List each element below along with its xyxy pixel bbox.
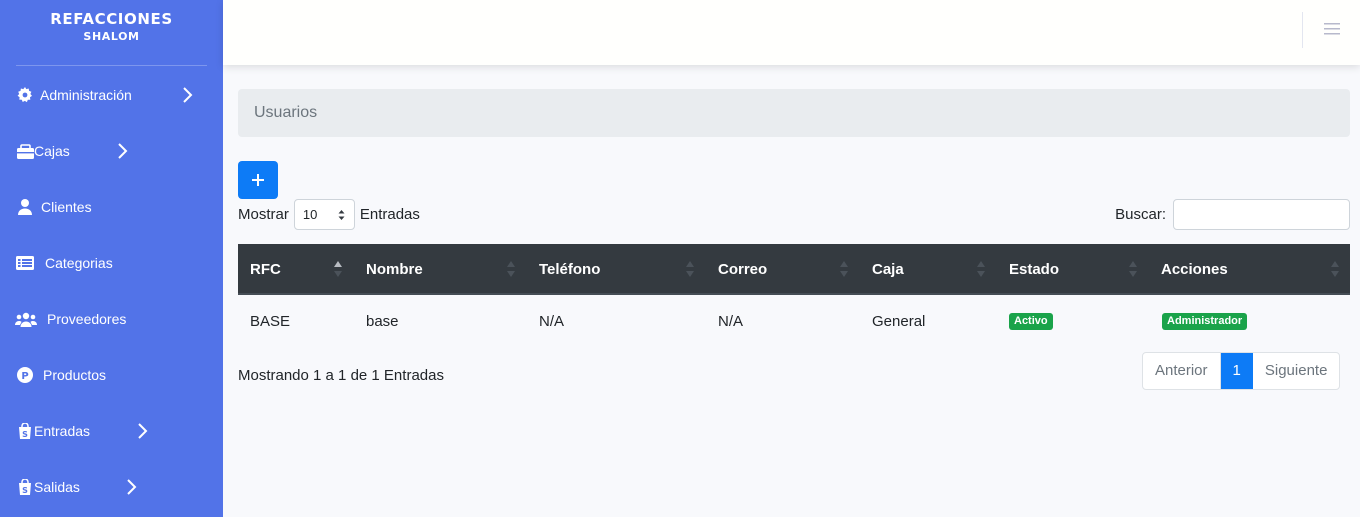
shopping-bag-icon: S [15,478,35,496]
column-header-nombre[interactable]: Nombre [366,244,423,295]
user-icon [15,198,35,216]
cell-rfc: BASE [250,313,291,330]
table-header: RFC Nombre Teléfono Correo Caja Estado A… [238,244,1350,295]
shopping-bag-icon: S [15,422,35,440]
table-row: BASE base N/A N/A General Activo Adminis… [238,295,1350,349]
sort-icon [1331,261,1339,277]
length-prefix: Mostrar [238,206,289,223]
entries-select[interactable]: 10 [293,199,355,230]
cell-nombre: base [366,313,399,330]
sidebar-item-label: Productos [43,367,107,383]
sidebar-item-label: Administración [40,87,132,103]
hamburger-menu-icon[interactable] [1324,22,1340,36]
entries-length: Mostrar 10 Entradas [238,199,420,230]
sort-icon [977,261,985,277]
search-input[interactable] [1173,199,1350,230]
users-table: RFC Nombre Teléfono Correo Caja Estado A… [238,244,1350,349]
chevron-right-icon [118,143,128,159]
role-badge[interactable]: Administrador [1162,313,1248,330]
brand[interactable]: REFACCIONES SHALOM [16,0,207,66]
entries-select-value: 10 [302,207,318,222]
svg-text:S: S [22,486,28,495]
sidebar-item-categorias[interactable]: Categorias [0,235,223,291]
svg-text:S: S [22,430,28,439]
cell-telefono: N/A [539,313,565,330]
sidebar-item-label: Cajas [34,143,70,159]
sidebar-item-cajas[interactable]: Cajas [0,123,223,179]
add-user-button[interactable] [238,161,278,199]
sidebar-item-label: Proveedores [47,311,127,327]
cell-correo: N/A [718,313,744,330]
search: Buscar: [1115,199,1350,230]
search-label: Buscar: [1115,206,1166,223]
sort-icon [840,261,848,277]
sort-asc-icon [334,261,342,277]
cash-register-icon [15,142,35,160]
sidebar-item-label: Salidas [34,479,80,495]
sidebar-item-clientes[interactable]: Clientes [0,179,223,235]
column-header-telefono[interactable]: Teléfono [539,244,600,295]
svg-text:P: P [21,371,28,382]
chevron-right-icon [127,479,137,495]
topbar [223,0,1360,65]
status-badge: Activo [1009,313,1053,330]
pagination-previous[interactable]: Anterior [1143,353,1221,389]
brand-subtitle: SHALOM [83,30,140,43]
breadcrumb: Usuarios [238,89,1350,137]
length-suffix: Entradas [359,206,420,223]
chevron-right-icon [183,87,193,103]
cell-caja: General [872,313,926,330]
sidebar-item-label: Categorias [45,255,113,271]
column-header-estado[interactable]: Estado [1009,244,1059,295]
plus-icon [252,174,264,186]
sidebar-item-proveedores[interactable]: Proveedores [0,291,223,347]
topbar-divider [1302,12,1303,48]
sidebar-item-label: Clientes [41,199,92,215]
gear-icon [15,86,35,104]
table-info: Mostrando 1 a 1 de 1 Entradas [238,367,444,384]
brand-title: REFACCIONES [50,10,173,28]
sidebar-item-label: Entradas [34,423,91,439]
column-header-caja[interactable]: Caja [872,244,904,295]
users-icon [15,310,37,328]
select-arrows-icon [338,210,345,220]
sort-icon [1129,261,1137,277]
sort-icon [686,261,694,277]
chevron-right-icon [138,423,148,439]
sidebar-item-entradas[interactable]: S Entradas [0,403,223,459]
product-icon: P [15,366,35,384]
sidebar-item-salidas[interactable]: S Salidas [0,459,223,515]
pagination: Anterior 1 Siguiente [1142,352,1341,390]
column-header-rfc[interactable]: RFC [250,244,281,295]
pagination-next[interactable]: Siguiente [1253,353,1340,389]
pagination-page-current[interactable]: 1 [1220,353,1253,389]
sort-icon [507,261,515,277]
column-header-acciones[interactable]: Acciones [1161,244,1228,295]
sidebar-item-administracion[interactable]: Administración [0,67,223,123]
list-icon [15,254,35,272]
sidebar: REFACCIONES SHALOM Administración Cajas … [0,0,223,517]
column-header-correo[interactable]: Correo [718,244,767,295]
breadcrumb-current: Usuarios [254,104,318,121]
sidebar-item-productos[interactable]: P Productos [0,347,223,403]
